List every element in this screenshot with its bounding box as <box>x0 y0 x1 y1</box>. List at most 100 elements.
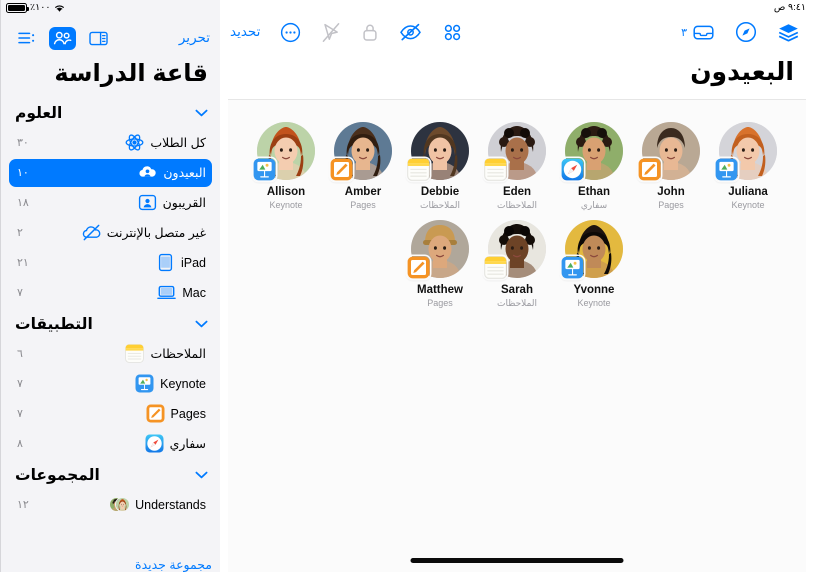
sidebar-toggle-icon[interactable] <box>85 27 112 50</box>
avatar-wrap <box>715 122 777 181</box>
student-tile[interactable]: John Pages <box>633 122 710 212</box>
student-tile[interactable]: Sarah الملاحظات <box>479 219 556 310</box>
mac-icon <box>157 283 177 302</box>
student-tile[interactable]: Eden الملاحظات <box>479 122 556 212</box>
sidebar-item-count: ٣٠ <box>17 137 29 150</box>
student-app-label: Pages <box>427 298 453 309</box>
notes-icon <box>407 158 430 181</box>
sidebar-item[interactable]: Keynote ٧ <box>9 370 212 398</box>
sidebar-item-main: البعيدون <box>138 163 206 182</box>
sidebar-item-label: البعيدون <box>163 166 206 181</box>
sidebar-item-label: Keynote <box>160 376 206 391</box>
main-toolbar-left-group: تحديد <box>230 20 463 44</box>
sidebar-view-segments <box>13 26 112 50</box>
chevron-down-icon[interactable] <box>195 466 208 484</box>
avatar-wrap <box>330 122 392 181</box>
sidebar-item[interactable]: Understands ١٢ <box>9 491 212 519</box>
sidebar-item[interactable]: الملاحظات ٦ <box>9 340 212 368</box>
sidebar-item[interactable]: iPad ٢١ <box>9 249 212 277</box>
avatar-wrap <box>638 122 700 181</box>
student-tile[interactable]: Matthew Pages <box>402 219 479 310</box>
student-app-label: Pages <box>350 200 376 211</box>
list-icon[interactable] <box>13 27 40 50</box>
student-name: Eden <box>502 186 532 198</box>
sidebar-section-title: العلوم <box>15 104 63 122</box>
more-circle-icon[interactable] <box>280 20 301 44</box>
student-tile[interactable]: Amber Pages <box>325 122 402 212</box>
student-app-label: الملاحظات <box>497 298 537 309</box>
select-button[interactable]: تحديد <box>230 20 260 44</box>
sidebar-item-main: Keynote <box>135 374 206 393</box>
inbox-count-label: ٣ <box>681 26 687 39</box>
people-icon[interactable] <box>49 26 76 50</box>
student-tile[interactable]: Yvonne Keynote <box>556 219 633 310</box>
sidebar-item[interactable]: غير متصل بالإنترنت ٢ <box>9 219 212 247</box>
sidebar-item[interactable]: Pages ٧ <box>9 400 212 428</box>
home-indicator <box>410 558 624 563</box>
keynote-icon <box>135 374 154 393</box>
avatar-wrap <box>484 122 546 181</box>
sidebar-section-title: المجموعات <box>15 466 100 484</box>
sidebar-section-header[interactable]: المجموعات <box>9 460 212 491</box>
grid-icon[interactable] <box>442 20 463 44</box>
sidebar-item[interactable]: كل الطلاب ٣٠ <box>9 129 212 157</box>
student-name: Amber <box>344 186 382 198</box>
chevron-down-icon[interactable] <box>195 104 208 122</box>
pages-icon <box>146 404 165 423</box>
avatar-stack-icon <box>110 497 130 512</box>
sidebar-item-label: Pages <box>170 406 206 421</box>
student-name: Sarah <box>501 283 533 296</box>
notes-icon <box>484 158 507 181</box>
lock-icon <box>361 20 379 44</box>
sidebar-item-count: ١٠ <box>17 167 29 180</box>
sidebar-item[interactable]: سفاري ٨ <box>9 430 212 458</box>
student-app-label: الملاحظات <box>420 200 460 211</box>
eye-slash-icon[interactable] <box>399 20 422 44</box>
student-tile[interactable]: Juliana Keynote <box>710 122 787 212</box>
student-app-label: Keynote <box>269 200 303 211</box>
cloud-slash-icon <box>82 223 101 242</box>
sidebar-item-main: الملاحظات <box>125 344 206 363</box>
safari-icon <box>561 158 584 181</box>
sidebar-item-label: غير متصل بالإنترنت <box>106 226 206 241</box>
sidebar-item-label: Mac <box>182 285 206 300</box>
sidebar-item[interactable]: البعيدون ١٠ <box>9 158 212 187</box>
sidebar-item-count: ٦ <box>17 348 23 361</box>
sidebar-item[interactable]: Mac ٧ <box>9 279 212 307</box>
sidebar-item-main: سفاري <box>145 434 206 453</box>
sidebar-item-count: ٧ <box>17 287 23 300</box>
chevron-down-icon[interactable] <box>195 315 208 333</box>
sidebar-section-header[interactable]: العلوم <box>9 98 212 129</box>
sidebar-toolbar: تحرير <box>1 18 220 58</box>
navigate-cursor-icon <box>321 20 341 44</box>
ipad-icon <box>156 253 175 272</box>
keynote-icon <box>561 256 584 279</box>
compass-icon[interactable] <box>735 20 757 44</box>
sidebar-item[interactable]: القريبون ١٨ <box>9 189 212 217</box>
sidebar-item-label: Understands <box>135 497 206 512</box>
sidebar-item-label: كل الطلاب <box>150 136 206 151</box>
student-canvas: Juliana Keynote John Pages Ethan سفاري Eden الم… <box>228 99 806 572</box>
edit-button[interactable]: تحرير <box>179 30 210 46</box>
sidebar-item-count: ٧ <box>17 408 23 421</box>
sidebar-item-count: ١٨ <box>17 197 29 210</box>
student-tile[interactable]: Allison Keynote <box>248 122 325 212</box>
sidebar-item-count: ٢ <box>17 227 23 240</box>
notes-icon <box>484 256 507 279</box>
sidebar-item-main: iPad <box>156 253 206 272</box>
page-title: البعيدون <box>690 58 794 86</box>
inbox-button[interactable]: ٣ <box>681 20 715 44</box>
sidebar-item-label: سفاري <box>169 437 206 452</box>
layers-icon[interactable] <box>777 20 800 44</box>
student-tile[interactable]: Debbie الملاحظات <box>402 122 479 212</box>
student-tile[interactable]: Ethan سفاري <box>556 122 633 212</box>
avatar-wrap <box>484 219 546 279</box>
student-app-label: Pages <box>658 200 684 211</box>
sidebar-item-count: ٧ <box>17 378 23 391</box>
student-name: Yvonne <box>573 283 615 296</box>
sidebar-item-main: كل الطلاب <box>125 133 206 152</box>
sidebar-section-header[interactable]: التطبيقات <box>9 309 212 340</box>
keynote-icon <box>715 158 738 181</box>
new-group-button[interactable]: مجموعة جديدة <box>1 550 220 572</box>
avatar-wrap <box>407 122 469 181</box>
